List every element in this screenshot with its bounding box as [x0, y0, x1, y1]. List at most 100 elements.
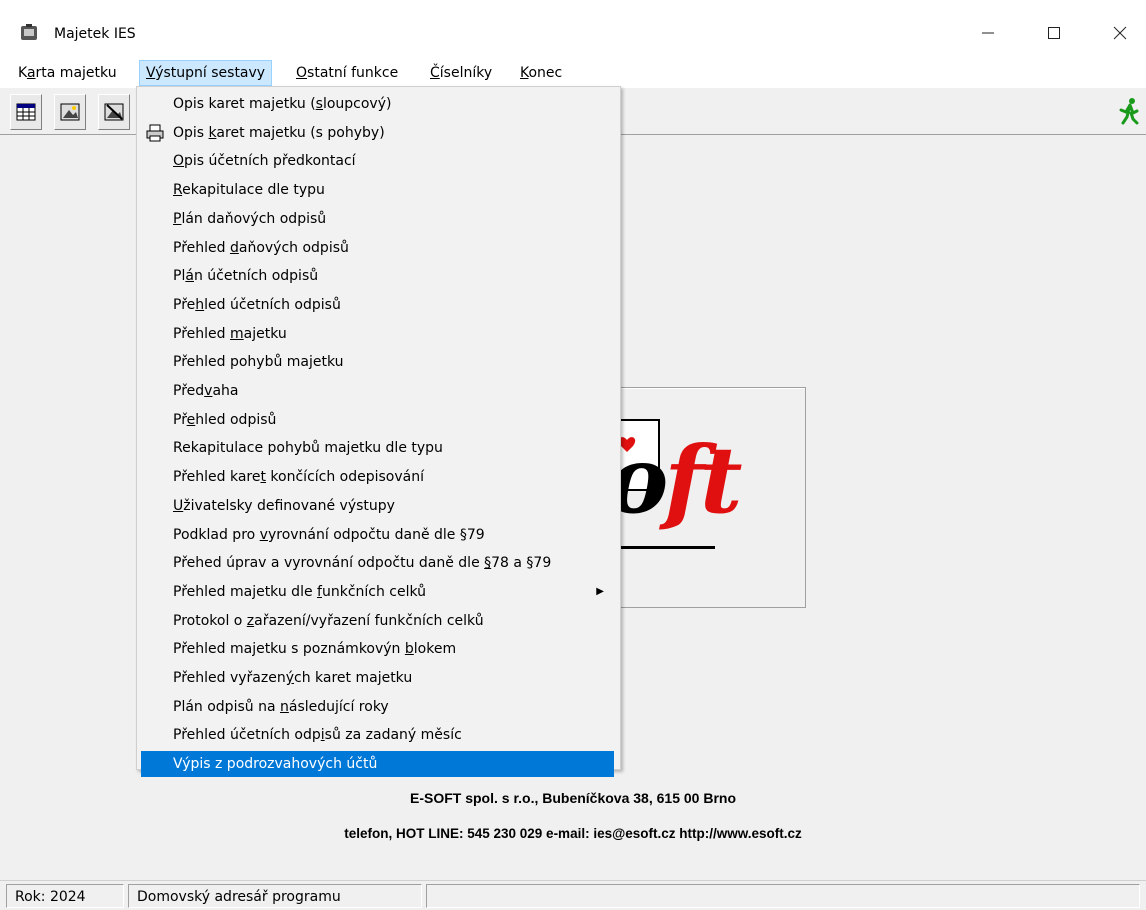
title-bar: Majetek IES [0, 0, 1146, 60]
dropdown-item-accel: e [186, 411, 196, 428]
maximize-icon [1048, 27, 1060, 39]
dropdown-item[interactable]: Plán daňových odpisů [141, 206, 614, 232]
dropdown-item-label: ařazení/vyřazení funkčních celků [254, 612, 484, 629]
dropdown-item[interactable]: Opis účetních předkontací [141, 148, 614, 174]
maximize-button[interactable] [1034, 16, 1074, 50]
menu-label-accel: a [26, 65, 36, 81]
dropdown-item-label: Protokol o [173, 612, 247, 629]
dropdown-item-label: ekapitulace dle typu [182, 182, 325, 199]
dropdown-item[interactable]: Přehled účetních odpisů za zadaný měsíc [141, 722, 614, 748]
dropdown-item-label: led účetních odpisů [204, 296, 341, 313]
picture-edit-icon [104, 103, 124, 121]
menu-karta-majetku[interactable]: Karta majetku [12, 60, 123, 86]
dropdown-item-label: Přehled vyřazen [173, 670, 286, 686]
dropdown-item[interactable]: Přehled pohybů majetku [141, 349, 614, 375]
dropdown-item[interactable]: Opis karet majetku (sloupcový) [141, 91, 614, 117]
dropdown-item-label: Přehled [173, 239, 230, 256]
close-icon [1113, 26, 1127, 40]
dropdown-item-accel: ý [285, 670, 295, 686]
dropdown-item[interactable]: Rekapitulace pohybů majetku dle typu [141, 435, 614, 461]
dropdown-item-label: Opis karet majetku ( [173, 96, 316, 112]
dropdown-item[interactable]: Přehed úprav a vyrovnání odpočtu daně dl… [141, 550, 614, 576]
company-logo: oft [600, 387, 806, 608]
dropdown-item-label: 78 a §79 [491, 555, 552, 572]
dropdown-item-label: Pře [173, 296, 196, 313]
dropdown-item[interactable]: Přehled odpisů [141, 407, 614, 433]
dropdown-item-label: lán daňových odpisů [181, 210, 327, 227]
dropdown-item-label: sů za zadaný měsíc [324, 727, 462, 744]
dropdown-item-accel: U [173, 497, 184, 514]
dropdown-item-label: Pl [173, 268, 186, 285]
dropdown-item[interactable]: Předvaha [141, 378, 614, 404]
toolbar-button-image[interactable] [54, 94, 86, 130]
menu-label-accel: O [296, 65, 308, 81]
submenu-arrow-icon: ▶ [596, 585, 604, 597]
dropdown-item[interactable]: Plán účetních odpisů [141, 263, 614, 289]
dropdown-item[interactable]: Přehled majetku [141, 321, 614, 347]
vystupni-sestavy-dropdown: Opis karet majetku (sloupcový) Opis karet… [136, 86, 621, 778]
dropdown-item-label: Podklad pro [173, 526, 260, 543]
toolbar-button-image-edit[interactable] [98, 94, 130, 130]
dropdown-item-accel: n [279, 698, 289, 715]
dropdown-item-label: hled odpisů [195, 411, 277, 428]
dropdown-item-accel: d [229, 239, 239, 256]
dropdown-item[interactable]: Přehled majetku dle funkčních celků ▶ [141, 579, 614, 605]
dropdown-item-accel: v [259, 526, 268, 543]
dropdown-item[interactable]: Plán odpisů na následující roky [141, 694, 614, 720]
dropdown-item[interactable]: Přehled daňových odpisů [141, 235, 614, 261]
menu-label: íselníky [439, 65, 493, 81]
menu-vystupni-sestavy[interactable]: Výstupní sestavy [139, 60, 273, 86]
dropdown-item-label: Plán odpisů na [173, 698, 280, 715]
toolbar-button-table[interactable] [10, 94, 42, 130]
dropdown-item-label: n účetních odpisů [193, 268, 319, 285]
menu-bar: Karta majetku Výstupní sestavy Ostatní f… [0, 60, 1146, 88]
dropdown-item-accel: á [185, 268, 194, 285]
dropdown-item-label: Přehled [173, 325, 230, 342]
dropdown-item-label: Opis [173, 124, 209, 141]
menu-konec[interactable]: Konec [514, 60, 568, 86]
menu-ciselniky[interactable]: Číselníky [424, 60, 498, 86]
dropdown-item-label: Před [173, 383, 205, 399]
dropdown-item-label: Rekapitulace pohybů majetku dle typu [173, 440, 443, 457]
toolbar-button-exit[interactable] [1114, 94, 1144, 128]
dropdown-item-accel: b [404, 641, 414, 658]
printer-icon [146, 124, 164, 142]
logo-underline [605, 546, 715, 549]
close-button[interactable] [1100, 16, 1140, 50]
dropdown-item[interactable]: Přehled majetku s poznámkovýn blokem [141, 636, 614, 662]
dropdown-item-label: Přehed úprav a vyrovnání odpočtu daně dl… [173, 555, 485, 572]
dropdown-item[interactable]: Výpis z podrozvahových účtů [141, 751, 614, 778]
dropdown-item-accel: R [173, 182, 183, 199]
dropdown-item[interactable]: Rekapitulace dle typu [141, 177, 614, 203]
dropdown-item-label: Výpis z podrozvahových účtů [173, 756, 378, 773]
dropdown-item-label: pis účetních předkontací [184, 153, 356, 170]
dropdown-item-label: Přehled pohybů majetku [173, 354, 344, 371]
menu-label: ýstupní sestavy [155, 65, 266, 81]
dropdown-item-label: končících odepisování [265, 469, 425, 486]
logo-wordmark: oft [607, 426, 742, 534]
dropdown-item-label: Přehled majetku s poznámkovýn [173, 641, 405, 658]
dropdown-item-label: aňových odpisů [238, 239, 349, 256]
dropdown-item[interactable]: Uživatelsky definované výstupy [141, 493, 614, 519]
dropdown-item[interactable]: Přehled karet končících odepisování [141, 464, 614, 490]
minimize-icon [982, 32, 994, 34]
dropdown-item[interactable]: Opis karet majetku (s pohyby) [141, 120, 614, 146]
dropdown-item[interactable]: Protokol o zařazení/vyřazení funkčních c… [141, 608, 614, 634]
menu-label: onec [528, 65, 563, 81]
dropdown-item-accel: s [315, 96, 323, 112]
dropdown-item-label: yrovnání odpočtu daně dle §79 [267, 526, 485, 543]
menu-ostatni-funkce[interactable]: Ostatní funkce [290, 60, 404, 86]
dropdown-item-label: živatelsky definované výstupy [183, 497, 395, 514]
dropdown-item[interactable]: Přehled účetních odpisů [141, 292, 614, 318]
dropdown-item-label: aret majetku (s pohyby) [216, 124, 385, 141]
dropdown-item-accel: O [173, 153, 185, 170]
menu-label: K [18, 65, 27, 81]
table-icon [16, 103, 36, 121]
dropdown-item[interactable]: Přehled vyřazených karet majetku [141, 665, 614, 691]
dropdown-item-label: ch karet majetku [294, 670, 413, 686]
dropdown-item-label: Přehled majetku dle [173, 583, 318, 600]
minimize-button[interactable] [968, 16, 1008, 50]
dropdown-item-label: Přehled kare [173, 469, 261, 486]
company-address: E-SOFT spol. s r.o., Bubeníčkova 38, 615… [410, 790, 736, 806]
dropdown-item[interactable]: Podklad pro vyrovnání odpočtu daně dle §… [141, 522, 614, 548]
